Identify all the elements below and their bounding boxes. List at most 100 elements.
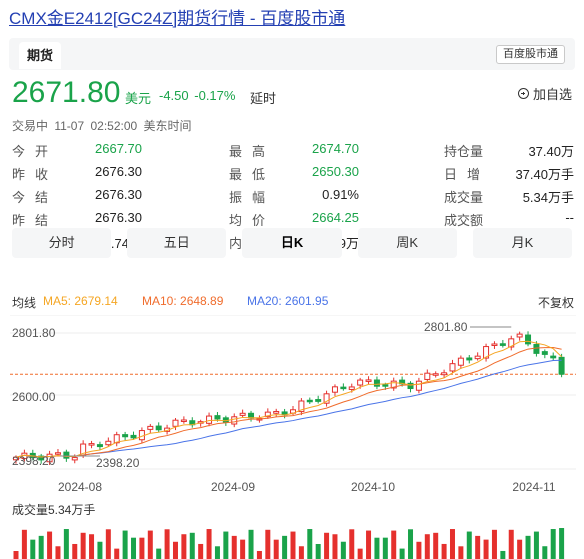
volume-bar xyxy=(508,529,514,559)
volume-bar xyxy=(21,529,27,559)
volume-bar xyxy=(458,546,464,559)
candle-body xyxy=(122,434,129,438)
high-annotation: 2801.80 xyxy=(424,320,468,334)
volume-bar xyxy=(198,543,204,559)
candle-body xyxy=(432,373,439,376)
candle-body xyxy=(306,399,313,403)
ma-legend: 均线 MA5: 2679.14 MA10: 2648.89 MA20: 2601… xyxy=(12,294,574,310)
x-tick-label: 2024-10 xyxy=(351,480,395,494)
candle-body xyxy=(315,399,322,402)
page-title[interactable]: CMX金E2412[GC24Z]期货行情 - 百度股市通 xyxy=(9,4,345,29)
candle-body xyxy=(357,379,364,386)
volume-label: 成交量5.34万手 xyxy=(12,502,95,517)
y-tick-high: 2801.80 xyxy=(12,326,56,340)
candle-body xyxy=(373,379,380,387)
delay-label: 延时 xyxy=(250,91,277,106)
volume-bar xyxy=(72,543,78,559)
volume-bar xyxy=(340,541,346,559)
stat-label: 今结 xyxy=(12,190,59,205)
volume-bar xyxy=(332,534,338,559)
volume-bar xyxy=(105,529,111,559)
adjust-toggle[interactable]: 不复权 xyxy=(538,294,574,311)
add-watchlist-button[interactable]: 加自选 xyxy=(517,84,572,103)
period-tab[interactable]: 分时 xyxy=(12,228,112,258)
candle-body xyxy=(248,412,255,419)
volume-bar xyxy=(416,541,422,559)
period-tab[interactable]: 五日 xyxy=(127,228,227,258)
volume-bar xyxy=(89,534,95,559)
volume-bar xyxy=(408,529,414,559)
candle-body xyxy=(96,444,103,448)
low-annotation: 2398.20 xyxy=(96,456,140,470)
volume-bar xyxy=(324,532,330,559)
volume-bar xyxy=(156,548,162,559)
candle-body xyxy=(415,380,422,391)
candle-body xyxy=(466,357,473,361)
brand-button[interactable]: 百度股市通 xyxy=(496,45,565,64)
candle-body xyxy=(424,372,431,380)
x-tick-label: 2024-09 xyxy=(211,480,255,494)
candle-body xyxy=(180,419,187,422)
volume-bar xyxy=(550,529,556,559)
last-price: 2671.80 xyxy=(12,76,121,109)
volume-bar xyxy=(382,537,388,559)
volume-bar xyxy=(30,539,36,559)
volume-bar xyxy=(441,543,447,559)
candle-body xyxy=(130,434,137,439)
stat-value: 0.91% xyxy=(322,187,359,202)
volume-bar xyxy=(214,546,220,559)
candle-body xyxy=(231,416,238,425)
trading-status: 交易中 11-07 02:52:00 美东时间 xyxy=(12,119,192,133)
ma-label: 均线 xyxy=(12,296,37,310)
candle-body xyxy=(407,382,414,390)
period-tab[interactable]: 周K xyxy=(357,228,457,258)
candle-body xyxy=(457,357,464,366)
price-change: -4.50 -0.17% xyxy=(159,88,235,103)
change-value: -4.50 xyxy=(159,88,189,103)
stat-label: 均价 xyxy=(229,213,276,228)
volume-bar xyxy=(433,532,439,559)
candle-body xyxy=(206,415,213,424)
volume-bar xyxy=(38,535,44,559)
quote-header: 2671.80 美元 -4.50 -0.17% 延时 加自选 xyxy=(12,74,572,114)
volume-bar xyxy=(391,530,397,559)
volume-bar xyxy=(357,548,363,559)
kline-chart[interactable]: 2801.802600.002801.802398.202398.202024-… xyxy=(0,315,584,559)
stat-value: 2650.30 xyxy=(312,164,359,179)
volume-bar xyxy=(164,529,170,559)
period-tab[interactable]: 日K xyxy=(242,228,342,258)
stat-label: 振幅 xyxy=(229,190,276,205)
volume-bar xyxy=(139,537,145,559)
volume-bar xyxy=(55,546,61,559)
candle-body xyxy=(172,419,179,427)
candle-body xyxy=(71,457,78,461)
volume-bar xyxy=(424,534,430,559)
x-tick-label: 2024-11 xyxy=(512,480,555,494)
stat-value: 2674.70 xyxy=(312,141,359,156)
candle-body xyxy=(340,386,347,390)
stat-label: 成交量 xyxy=(444,190,484,205)
candle-body xyxy=(550,355,557,359)
stat-label: 日增 xyxy=(444,167,491,182)
stat-value: 5.34万手 xyxy=(522,190,574,205)
plus-circle-icon xyxy=(517,88,529,99)
volume-bar xyxy=(525,535,531,559)
change-percent: -0.17% xyxy=(194,88,236,103)
ma20-value: MA20: 2601.95 xyxy=(247,294,329,308)
candle-body xyxy=(382,384,389,387)
volume-bar xyxy=(307,529,313,559)
volume-bar xyxy=(223,531,229,559)
currency-label: 美元 xyxy=(125,91,152,106)
period-tab[interactable]: 月K xyxy=(472,228,573,258)
volume-bar xyxy=(114,548,120,559)
ma5-value: MA5: 2679.14 xyxy=(43,294,118,308)
x-tick-label: 2024-08 xyxy=(58,480,102,494)
volume-bar xyxy=(240,539,246,559)
stat-value: -- xyxy=(565,210,574,225)
volume-bar xyxy=(466,531,472,559)
ma10-line xyxy=(15,346,562,458)
stat-label: 昨结 xyxy=(12,213,59,228)
y-tick-low: 2600.00 xyxy=(12,390,56,404)
candle-body xyxy=(533,344,540,354)
tab-futures[interactable]: 期货 xyxy=(19,42,61,69)
